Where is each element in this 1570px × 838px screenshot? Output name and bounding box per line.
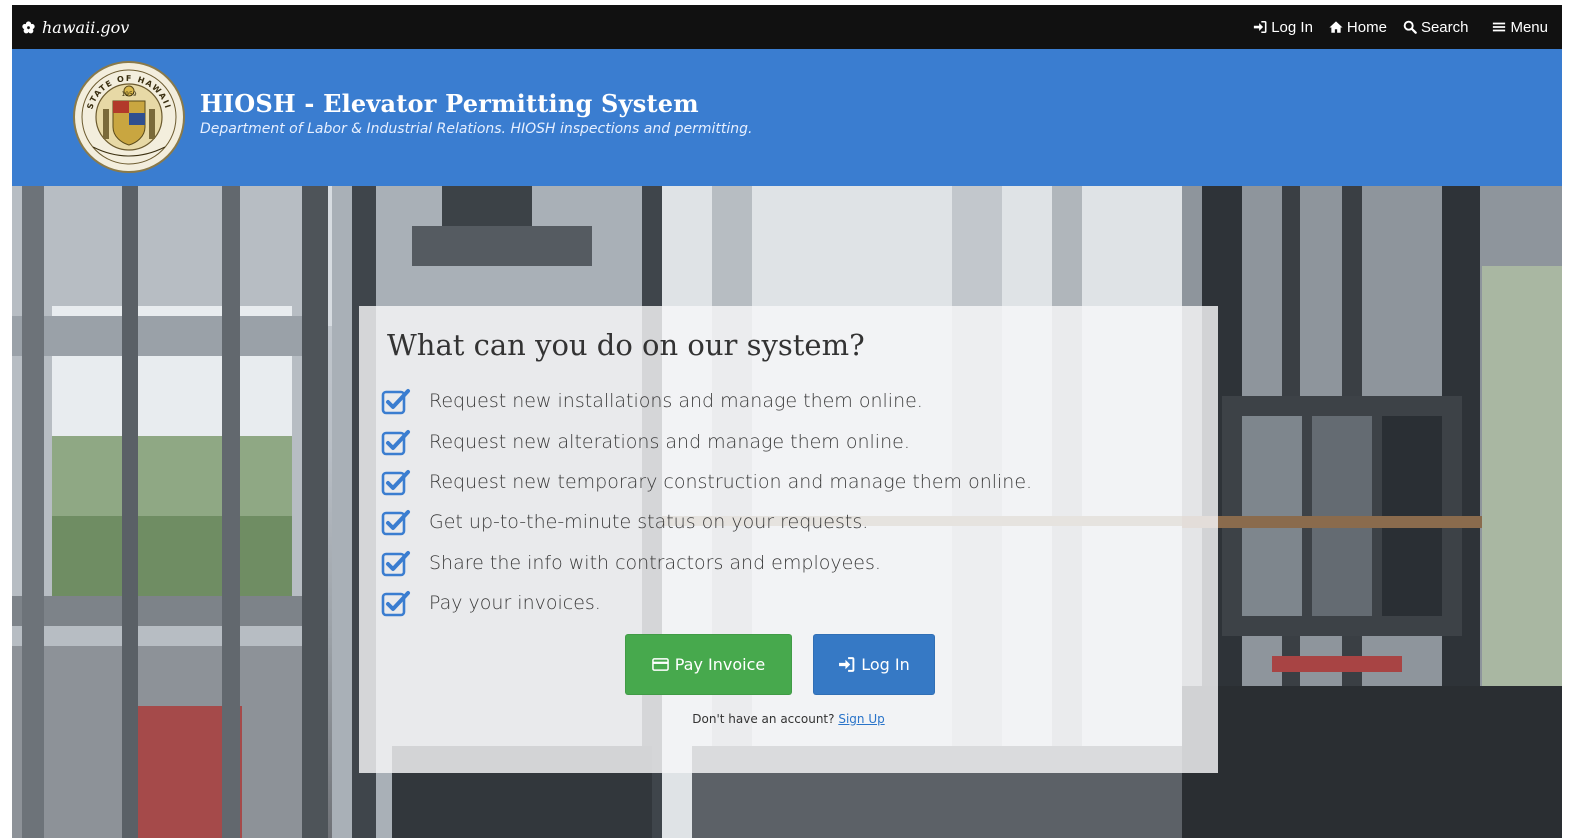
signup-prompt: Don't have an account? Sign Up [359, 712, 1218, 726]
features-card: What can you do on our system? Request n… [359, 306, 1218, 773]
page-frame: hawaii.gov Log In Home Search Menu STATE… [12, 5, 1562, 838]
topnav-login-label: Log In [1271, 18, 1313, 36]
topnav-home-label: Home [1346, 18, 1387, 36]
hero-section: What can you do on our system? Request n… [12, 186, 1562, 838]
menu-icon [1493, 22, 1506, 32]
feature-text: Pay your invoices. [429, 592, 601, 615]
top-nav: Log In Home Search Menu [1253, 5, 1548, 49]
pay-invoice-button[interactable]: Pay Invoice [625, 634, 792, 695]
signup-link[interactable]: Sign Up [838, 712, 884, 726]
list-item: Pay your invoices. [381, 583, 1032, 623]
feature-text: Request new installations and manage the… [429, 390, 923, 413]
topnav-login[interactable]: Log In [1253, 19, 1313, 36]
list-item: Request new temporary construction and m… [381, 462, 1032, 502]
card-title: What can you do on our system? [387, 328, 865, 362]
checkbox-checked-icon [381, 389, 410, 415]
state-seal-logo: STATE OF HAWAII 1959 [73, 61, 185, 173]
page-subtitle: Department of Labor & Industrial Relatio… [200, 121, 753, 137]
checkbox-checked-icon [381, 429, 410, 455]
signup-prompt-text: Don't have an account? [692, 712, 835, 726]
pay-invoice-label: Pay Invoice [674, 655, 766, 674]
checkbox-checked-icon [381, 550, 410, 577]
svg-text:1959: 1959 [121, 91, 136, 98]
list-item: Request new installations and manage the… [381, 381, 1032, 421]
checkbox-checked-icon [381, 591, 410, 617]
topnav-search[interactable]: Search [1403, 18, 1469, 36]
topnav-search-label: Search [1420, 18, 1469, 36]
topnav-menu[interactable]: Menu [1492, 19, 1548, 36]
feature-text: Share the info with contractors and empl… [429, 551, 881, 574]
hibiscus-icon [22, 20, 35, 33]
list-item: Request new alterations and manage them … [381, 421, 1032, 461]
login-button[interactable]: Log In [813, 634, 935, 695]
top-bar: hawaii.gov Log In Home Search Menu [12, 5, 1562, 49]
list-item: Share the info with contractors and empl… [381, 543, 1032, 583]
feature-list: Request new installations and manage the… [381, 381, 1032, 623]
login-label: Log In [861, 655, 910, 674]
hawaii-gov-brand[interactable]: hawaii.gov [22, 5, 129, 49]
sign-in-icon [839, 657, 855, 672]
search-icon [1403, 20, 1417, 34]
site-header: STATE OF HAWAII 1959 HIOSH - Elevator Pe… [12, 49, 1562, 186]
topnav-menu-label: Menu [1510, 18, 1548, 36]
list-item: Get up-to-the-minute status on your requ… [381, 502, 1032, 542]
checkbox-checked-icon [381, 510, 410, 536]
credit-card-icon [651, 658, 669, 671]
feature-text: Request new temporary construction and m… [429, 470, 1033, 493]
checkbox-checked-icon [381, 469, 410, 496]
feature-text: Get up-to-the-minute status on your requ… [429, 511, 869, 534]
brand-label: hawaii.gov [42, 17, 130, 37]
sign-in-icon [1254, 20, 1267, 34]
topnav-home[interactable]: Home [1329, 19, 1387, 36]
home-icon [1329, 21, 1343, 33]
feature-text: Request new alterations and manage them … [429, 430, 910, 453]
page-title: HIOSH - Elevator Permitting System [200, 89, 699, 118]
